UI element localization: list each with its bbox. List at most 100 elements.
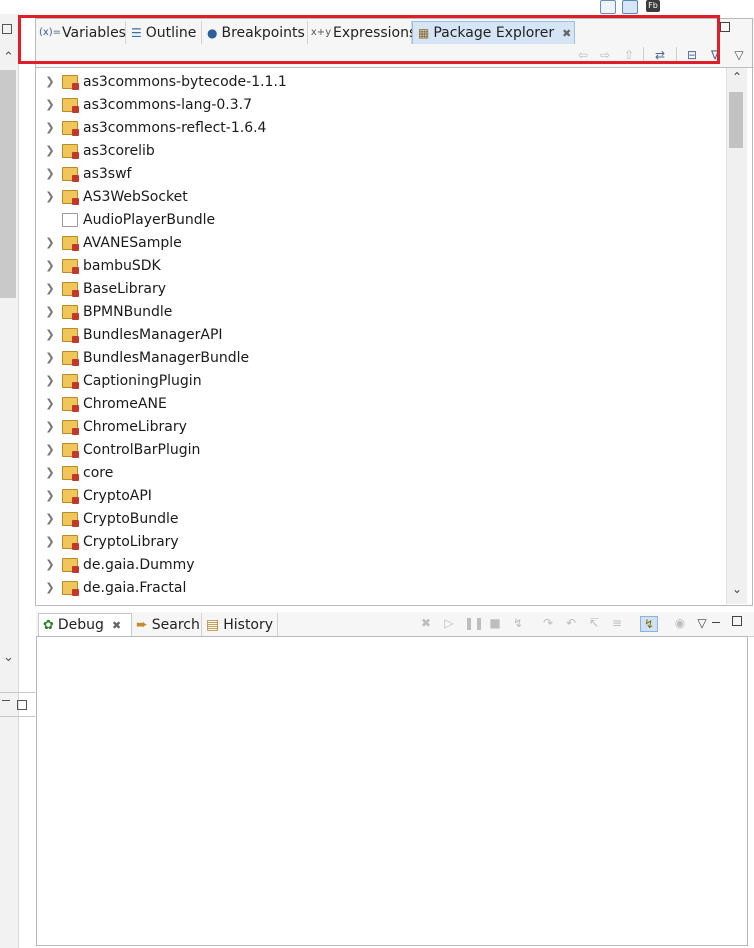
tree-item[interactable]: ❯ AVANESample [38, 231, 726, 254]
chevron-right-icon[interactable]: ❯ [38, 190, 62, 203]
tab-debug[interactable]: ✿ Debug ✖ [38, 613, 132, 636]
chevron-right-icon[interactable]: ❯ [38, 75, 62, 88]
flash-builder-label: Fb [648, 1, 658, 10]
chevron-right-icon[interactable]: ❯ [38, 328, 62, 341]
tab-label: Search [151, 616, 200, 633]
resume-icon[interactable]: ▷ [441, 616, 457, 630]
flash-debug-perspective-icon[interactable] [622, 0, 638, 14]
chevron-right-icon[interactable]: ❯ [38, 535, 62, 548]
tree-item[interactable]: ❯ core [38, 461, 726, 484]
tree-item[interactable]: ❯ as3corelib [38, 139, 726, 162]
chevron-right-icon[interactable]: ❯ [38, 443, 62, 456]
threads-icon[interactable]: ◉ [672, 616, 688, 630]
tree-item[interactable]: ❯ bambuSDK [38, 254, 726, 277]
flash-builder-perspective-icon[interactable]: Fb [646, 0, 660, 12]
remove-terminated-icon[interactable]: ✖ [418, 616, 434, 630]
tree-item[interactable]: ❯ de.gaia.Dummy [38, 553, 726, 576]
tree-item-label: as3commons-bytecode-1.1.1 [83, 73, 287, 90]
tree-item[interactable]: ❯ CaptioningPlugin [38, 369, 726, 392]
step-over-icon[interactable]: ↶ [563, 616, 579, 630]
scrollbar-thumb[interactable] [729, 92, 743, 148]
tree-item[interactable]: ❯ as3swf [38, 162, 726, 185]
maximize-icon[interactable] [17, 700, 27, 710]
suspend-icon[interactable]: ❚❚ [464, 616, 484, 630]
tree-item[interactable]: ❯ CryptoLibrary [38, 530, 726, 553]
chevron-right-icon[interactable]: ❯ [38, 397, 62, 410]
tree-item[interactable]: ❯ ControlBarPlugin [38, 438, 726, 461]
tree-item[interactable]: AudioPlayerBundle [38, 208, 726, 231]
tree-item[interactable]: ❯ CryptoBundle [38, 507, 726, 530]
tab-history[interactable]: ▤ History [202, 613, 278, 636]
step-return-icon[interactable]: ↸ [586, 616, 602, 630]
maximize-icon[interactable] [720, 22, 730, 32]
tree-item-label: CryptoLibrary [83, 533, 179, 550]
minimize-icon[interactable] [2, 700, 10, 701]
vertical-scrollbar[interactable]: ⌃ ⌄ [726, 68, 747, 604]
chevron-down-icon[interactable]: ⌄ [3, 650, 14, 665]
chevron-right-icon[interactable]: ❯ [38, 167, 62, 180]
chevron-up-icon[interactable]: ⌃ [727, 70, 747, 84]
divider [0, 716, 35, 717]
tree-item[interactable]: ❯ ChromeLibrary [38, 415, 726, 438]
chevron-right-icon[interactable]: ❯ [38, 236, 62, 249]
flex-project-icon [62, 373, 79, 389]
tree-item[interactable]: ❯ as3commons-bytecode-1.1.1 [38, 70, 726, 93]
chevron-right-icon[interactable]: ❯ [38, 259, 62, 272]
open-perspective-icon[interactable] [600, 0, 616, 14]
terminate-icon[interactable]: ■ [487, 616, 503, 630]
step-into-icon[interactable]: ↷ [540, 616, 556, 630]
flex-project-icon [62, 396, 79, 412]
tree-item[interactable]: ❯ as3commons-lang-0.3.7 [38, 93, 726, 116]
use-step-filters-icon[interactable]: ↯ [640, 616, 658, 632]
close-icon[interactable]: ✖ [112, 619, 121, 632]
drop-to-frame-icon[interactable]: ≡ [609, 616, 625, 630]
disconnect-icon[interactable]: ↯ [510, 616, 526, 630]
chevron-right-icon[interactable]: ❯ [38, 351, 62, 364]
chevron-right-icon[interactable]: ❯ [38, 420, 62, 433]
tree-item-label: CryptoBundle [83, 510, 179, 527]
chevron-down-icon[interactable]: ⌄ [727, 582, 747, 596]
chevron-right-icon[interactable]: ❯ [38, 305, 62, 318]
tree-item[interactable]: ❯ AS3WebSocket [38, 185, 726, 208]
left-scrollbar-thumb[interactable] [0, 70, 16, 298]
chevron-right-icon[interactable]: ❯ [38, 144, 62, 157]
chevron-right-icon[interactable]: ❯ [38, 282, 62, 295]
tab-label: History [223, 616, 274, 633]
chevron-right-icon[interactable]: ❯ [38, 98, 62, 111]
tab-search[interactable]: ➨ Search [132, 613, 202, 636]
tree-item-label: as3corelib [83, 142, 155, 159]
flex-project-icon [62, 97, 79, 113]
tree-item[interactable]: ❯ BPMNBundle [38, 300, 726, 323]
chevron-right-icon[interactable]: ❯ [38, 512, 62, 525]
tree-item[interactable]: ❯ ChromeANE [38, 392, 726, 415]
tree-item-label: core [83, 464, 114, 481]
flex-project-icon [62, 74, 79, 90]
highlight-box [18, 15, 720, 64]
chevron-right-icon[interactable]: ❯ [38, 121, 62, 134]
chevron-right-icon[interactable]: ❯ [38, 581, 62, 594]
view-menu-icon[interactable]: ▽ [731, 48, 747, 62]
chevron-right-icon[interactable]: ❯ [38, 489, 62, 502]
tree-item[interactable]: ❯ BundlesManagerBundle [38, 346, 726, 369]
tree-item[interactable]: ❯ CryptoAPI [38, 484, 726, 507]
chevron-right-icon[interactable]: ❯ [38, 558, 62, 571]
maximize-icon[interactable] [2, 24, 12, 34]
chevron-right-icon[interactable]: ❯ [38, 466, 62, 479]
maximize-icon[interactable] [732, 616, 742, 626]
flex-project-icon [62, 258, 79, 274]
chevron-up-icon[interactable]: ⌃ [3, 50, 14, 65]
flex-project-icon [62, 166, 79, 182]
tree-item[interactable]: ❯ BundlesManagerAPI [38, 323, 726, 346]
tree-item[interactable]: ❯ de.gaia.Fractal [38, 576, 726, 599]
view-menu-icon[interactable]: ▽ [694, 616, 710, 630]
tree-item-label: ChromeANE [83, 395, 167, 412]
minimize-icon[interactable] [712, 622, 720, 623]
tree-item[interactable]: ❯ as3commons-reflect-1.6.4 [38, 116, 726, 139]
tree-item-label: as3swf [83, 165, 132, 182]
flex-project-icon [62, 281, 79, 297]
debug-view-body [36, 636, 748, 946]
chevron-right-icon[interactable]: ❯ [38, 374, 62, 387]
flex-project-icon [62, 120, 79, 136]
tree-item[interactable]: ❯ BaseLibrary [38, 277, 726, 300]
tree-item-label: AudioPlayerBundle [83, 211, 216, 228]
